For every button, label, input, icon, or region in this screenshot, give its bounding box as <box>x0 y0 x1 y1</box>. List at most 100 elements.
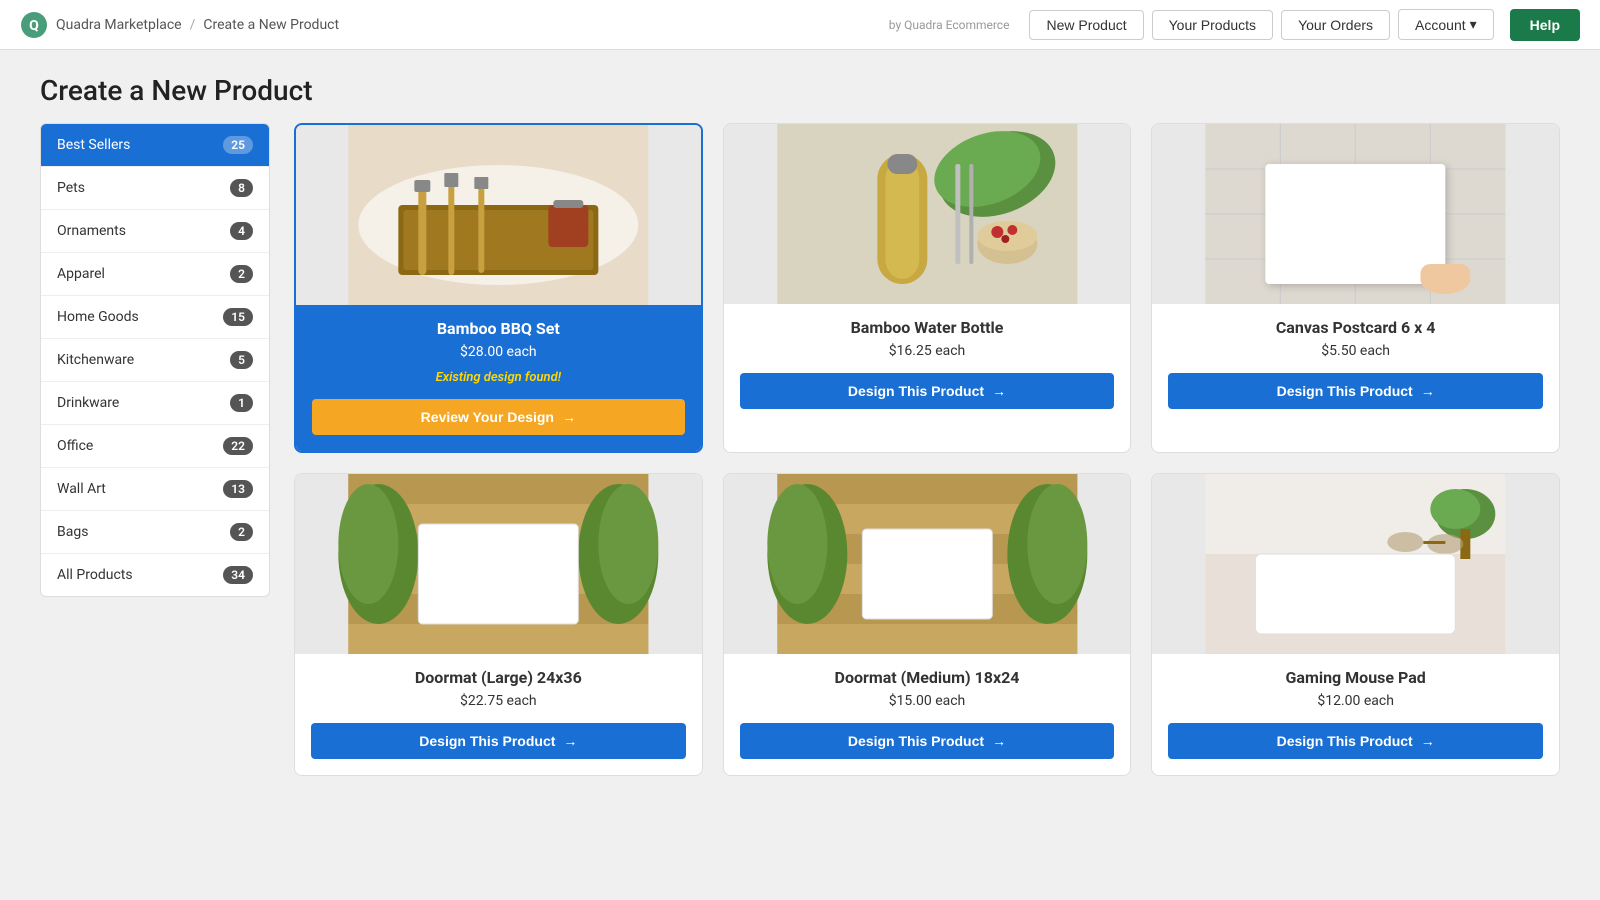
sidebar-badge-all-products: 34 <box>223 566 253 584</box>
sidebar-label-wall-art: Wall Art <box>57 481 106 497</box>
product-info-canvas-postcard: Canvas Postcard 6 x 4 $5.50 each Design … <box>1152 304 1559 425</box>
mousepad-image-svg <box>1152 474 1559 654</box>
product-price-doormat-medium: $15.00 each <box>740 693 1115 709</box>
product-info-bamboo-bbq: Bamboo BBQ Set $28.00 each Existing desi… <box>296 305 701 451</box>
sidebar-item-kitchenware[interactable]: Kitchenware 5 <box>41 339 269 382</box>
product-price-bamboo-water: $16.25 each <box>740 343 1115 359</box>
main-content: Best Sellers 25 Pets 8 Ornaments 4 Appar… <box>0 123 1600 816</box>
sidebar-label-kitchenware: Kitchenware <box>57 352 134 368</box>
sidebar-badge-kitchenware: 5 <box>230 351 253 369</box>
product-info-doormat-medium: Doormat (Medium) 18x24 $15.00 each Desig… <box>724 654 1131 775</box>
sidebar-label-ornaments: Ornaments <box>57 223 126 239</box>
product-name-canvas-postcard: Canvas Postcard 6 x 4 <box>1168 318 1543 337</box>
sidebar-badge-home-goods: 15 <box>223 308 253 326</box>
product-card-doormat-medium: Doormat (Medium) 18x24 $15.00 each Desig… <box>723 473 1132 776</box>
sidebar-badge-drinkware: 1 <box>230 394 253 412</box>
product-info-bamboo-water: Bamboo Water Bottle $16.25 each Design T… <box>724 304 1131 425</box>
product-info-doormat-large: Doormat (Large) 24x36 $22.75 each Design… <box>295 654 702 775</box>
design-product-button-doormat-large[interactable]: Design This Product → <box>311 723 686 759</box>
arrow-right-icon: → <box>562 409 576 425</box>
product-name-bamboo-water: Bamboo Water Bottle <box>740 318 1115 337</box>
design-product-button-gaming-mousepad[interactable]: Design This Product → <box>1168 723 1543 759</box>
product-grid: Bamboo BBQ Set $28.00 each Existing desi… <box>294 123 1560 776</box>
product-price-bamboo-bbq: $28.00 each <box>312 344 685 360</box>
product-name-doormat-large: Doormat (Large) 24x36 <box>311 668 686 687</box>
your-orders-button[interactable]: Your Orders <box>1281 10 1390 40</box>
product-image-canvas-postcard <box>1152 124 1559 304</box>
top-bar: Q Quadra Marketplace / Create a New Prod… <box>0 0 1600 50</box>
sidebar-item-bags[interactable]: Bags 2 <box>41 511 269 554</box>
product-name-gaming-mousepad: Gaming Mouse Pad <box>1168 668 1543 687</box>
arrow-right-icon-2: → <box>992 383 1006 399</box>
sidebar-badge-pets: 8 <box>230 179 253 197</box>
design-product-button-doormat-medium[interactable]: Design This Product → <box>740 723 1115 759</box>
product-card-canvas-postcard: Canvas Postcard 6 x 4 $5.50 each Design … <box>1151 123 1560 453</box>
doormat-large-image-svg <box>295 474 702 654</box>
arrow-right-icon-5: → <box>992 733 1006 749</box>
product-image-doormat-medium <box>724 474 1131 654</box>
sidebar-item-apparel[interactable]: Apparel 2 <box>41 253 269 296</box>
product-price-canvas-postcard: $5.50 each <box>1168 343 1543 359</box>
product-name-doormat-medium: Doormat (Medium) 18x24 <box>740 668 1115 687</box>
design-product-button-canvas-postcard[interactable]: Design This Product → <box>1168 373 1543 409</box>
existing-design-notice: Existing design found! <box>312 370 685 385</box>
sidebar-label-home-goods: Home Goods <box>57 309 139 325</box>
product-image-bamboo-water <box>724 124 1131 304</box>
brand: Q Quadra Marketplace / Create a New Prod… <box>20 11 339 39</box>
page-header: Create a New Product <box>0 50 1600 123</box>
product-image-doormat-large <box>295 474 702 654</box>
sidebar-badge-wall-art: 13 <box>223 480 253 498</box>
help-button[interactable]: Help <box>1510 9 1580 41</box>
brand-separator: / <box>190 17 196 33</box>
product-card-doormat-large: Doormat (Large) 24x36 $22.75 each Design… <box>294 473 703 776</box>
design-product-button-bamboo-water[interactable]: Design This Product → <box>740 373 1115 409</box>
sidebar: Best Sellers 25 Pets 8 Ornaments 4 Appar… <box>40 123 270 597</box>
sidebar-item-ornaments[interactable]: Ornaments 4 <box>41 210 269 253</box>
sidebar-item-wall-art[interactable]: Wall Art 13 <box>41 468 269 511</box>
postcard-image-svg <box>1152 124 1559 304</box>
page-title: Create a New Product <box>40 74 1560 107</box>
product-card-gaming-mousepad: Gaming Mouse Pad $12.00 each Design This… <box>1151 473 1560 776</box>
arrow-right-icon-3: → <box>1421 383 1435 399</box>
bbq-image-svg <box>296 125 701 305</box>
account-button[interactable]: Account ▾ <box>1398 9 1494 40</box>
brand-name: Quadra Marketplace <box>56 17 182 33</box>
sidebar-item-pets[interactable]: Pets 8 <box>41 167 269 210</box>
sidebar-item-best-sellers[interactable]: Best Sellers 25 <box>41 124 269 167</box>
sidebar-label-drinkware: Drinkware <box>57 395 119 411</box>
doormat-medium-image-svg <box>724 474 1131 654</box>
product-name-bamboo-bbq: Bamboo BBQ Set <box>312 319 685 338</box>
product-image-bamboo-bbq <box>296 125 701 305</box>
review-design-button-bamboo-bbq[interactable]: Review Your Design → <box>312 399 685 435</box>
sidebar-item-drinkware[interactable]: Drinkware 1 <box>41 382 269 425</box>
arrow-right-icon-6: → <box>1421 733 1435 749</box>
svg-text:Q: Q <box>29 18 39 34</box>
sidebar-badge-best-sellers: 25 <box>223 136 253 154</box>
sidebar-item-office[interactable]: Office 22 <box>41 425 269 468</box>
product-card-bamboo-bbq: Bamboo BBQ Set $28.00 each Existing desi… <box>294 123 703 453</box>
sidebar-label-pets: Pets <box>57 180 85 196</box>
account-chevron-icon: ▾ <box>1470 16 1477 33</box>
sidebar-label-apparel: Apparel <box>57 266 105 282</box>
sidebar-badge-office: 22 <box>223 437 253 455</box>
new-product-button[interactable]: New Product <box>1029 10 1143 40</box>
brand-credit: by Quadra Ecommerce <box>889 18 1010 32</box>
product-image-gaming-mousepad <box>1152 474 1559 654</box>
product-price-gaming-mousepad: $12.00 each <box>1168 693 1543 709</box>
brand-page: Create a New Product <box>203 17 339 33</box>
water-bottle-image-svg <box>724 124 1131 304</box>
product-card-bamboo-water: Bamboo Water Bottle $16.25 each Design T… <box>723 123 1132 453</box>
product-info-gaming-mousepad: Gaming Mouse Pad $12.00 each Design This… <box>1152 654 1559 775</box>
sidebar-item-home-goods[interactable]: Home Goods 15 <box>41 296 269 339</box>
sidebar-label-all-products: All Products <box>57 567 133 583</box>
sidebar-label-office: Office <box>57 438 93 454</box>
sidebar-badge-ornaments: 4 <box>230 222 253 240</box>
product-price-doormat-large: $22.75 each <box>311 693 686 709</box>
brand-logo: Q <box>20 11 48 39</box>
nav-buttons: New Product Your Products Your Orders Ac… <box>1029 9 1493 40</box>
sidebar-label-bags: Bags <box>57 524 88 540</box>
sidebar-badge-apparel: 2 <box>230 265 253 283</box>
your-products-button[interactable]: Your Products <box>1152 10 1273 40</box>
sidebar-item-all-products[interactable]: All Products 34 <box>41 554 269 596</box>
arrow-right-icon-4: → <box>563 733 577 749</box>
